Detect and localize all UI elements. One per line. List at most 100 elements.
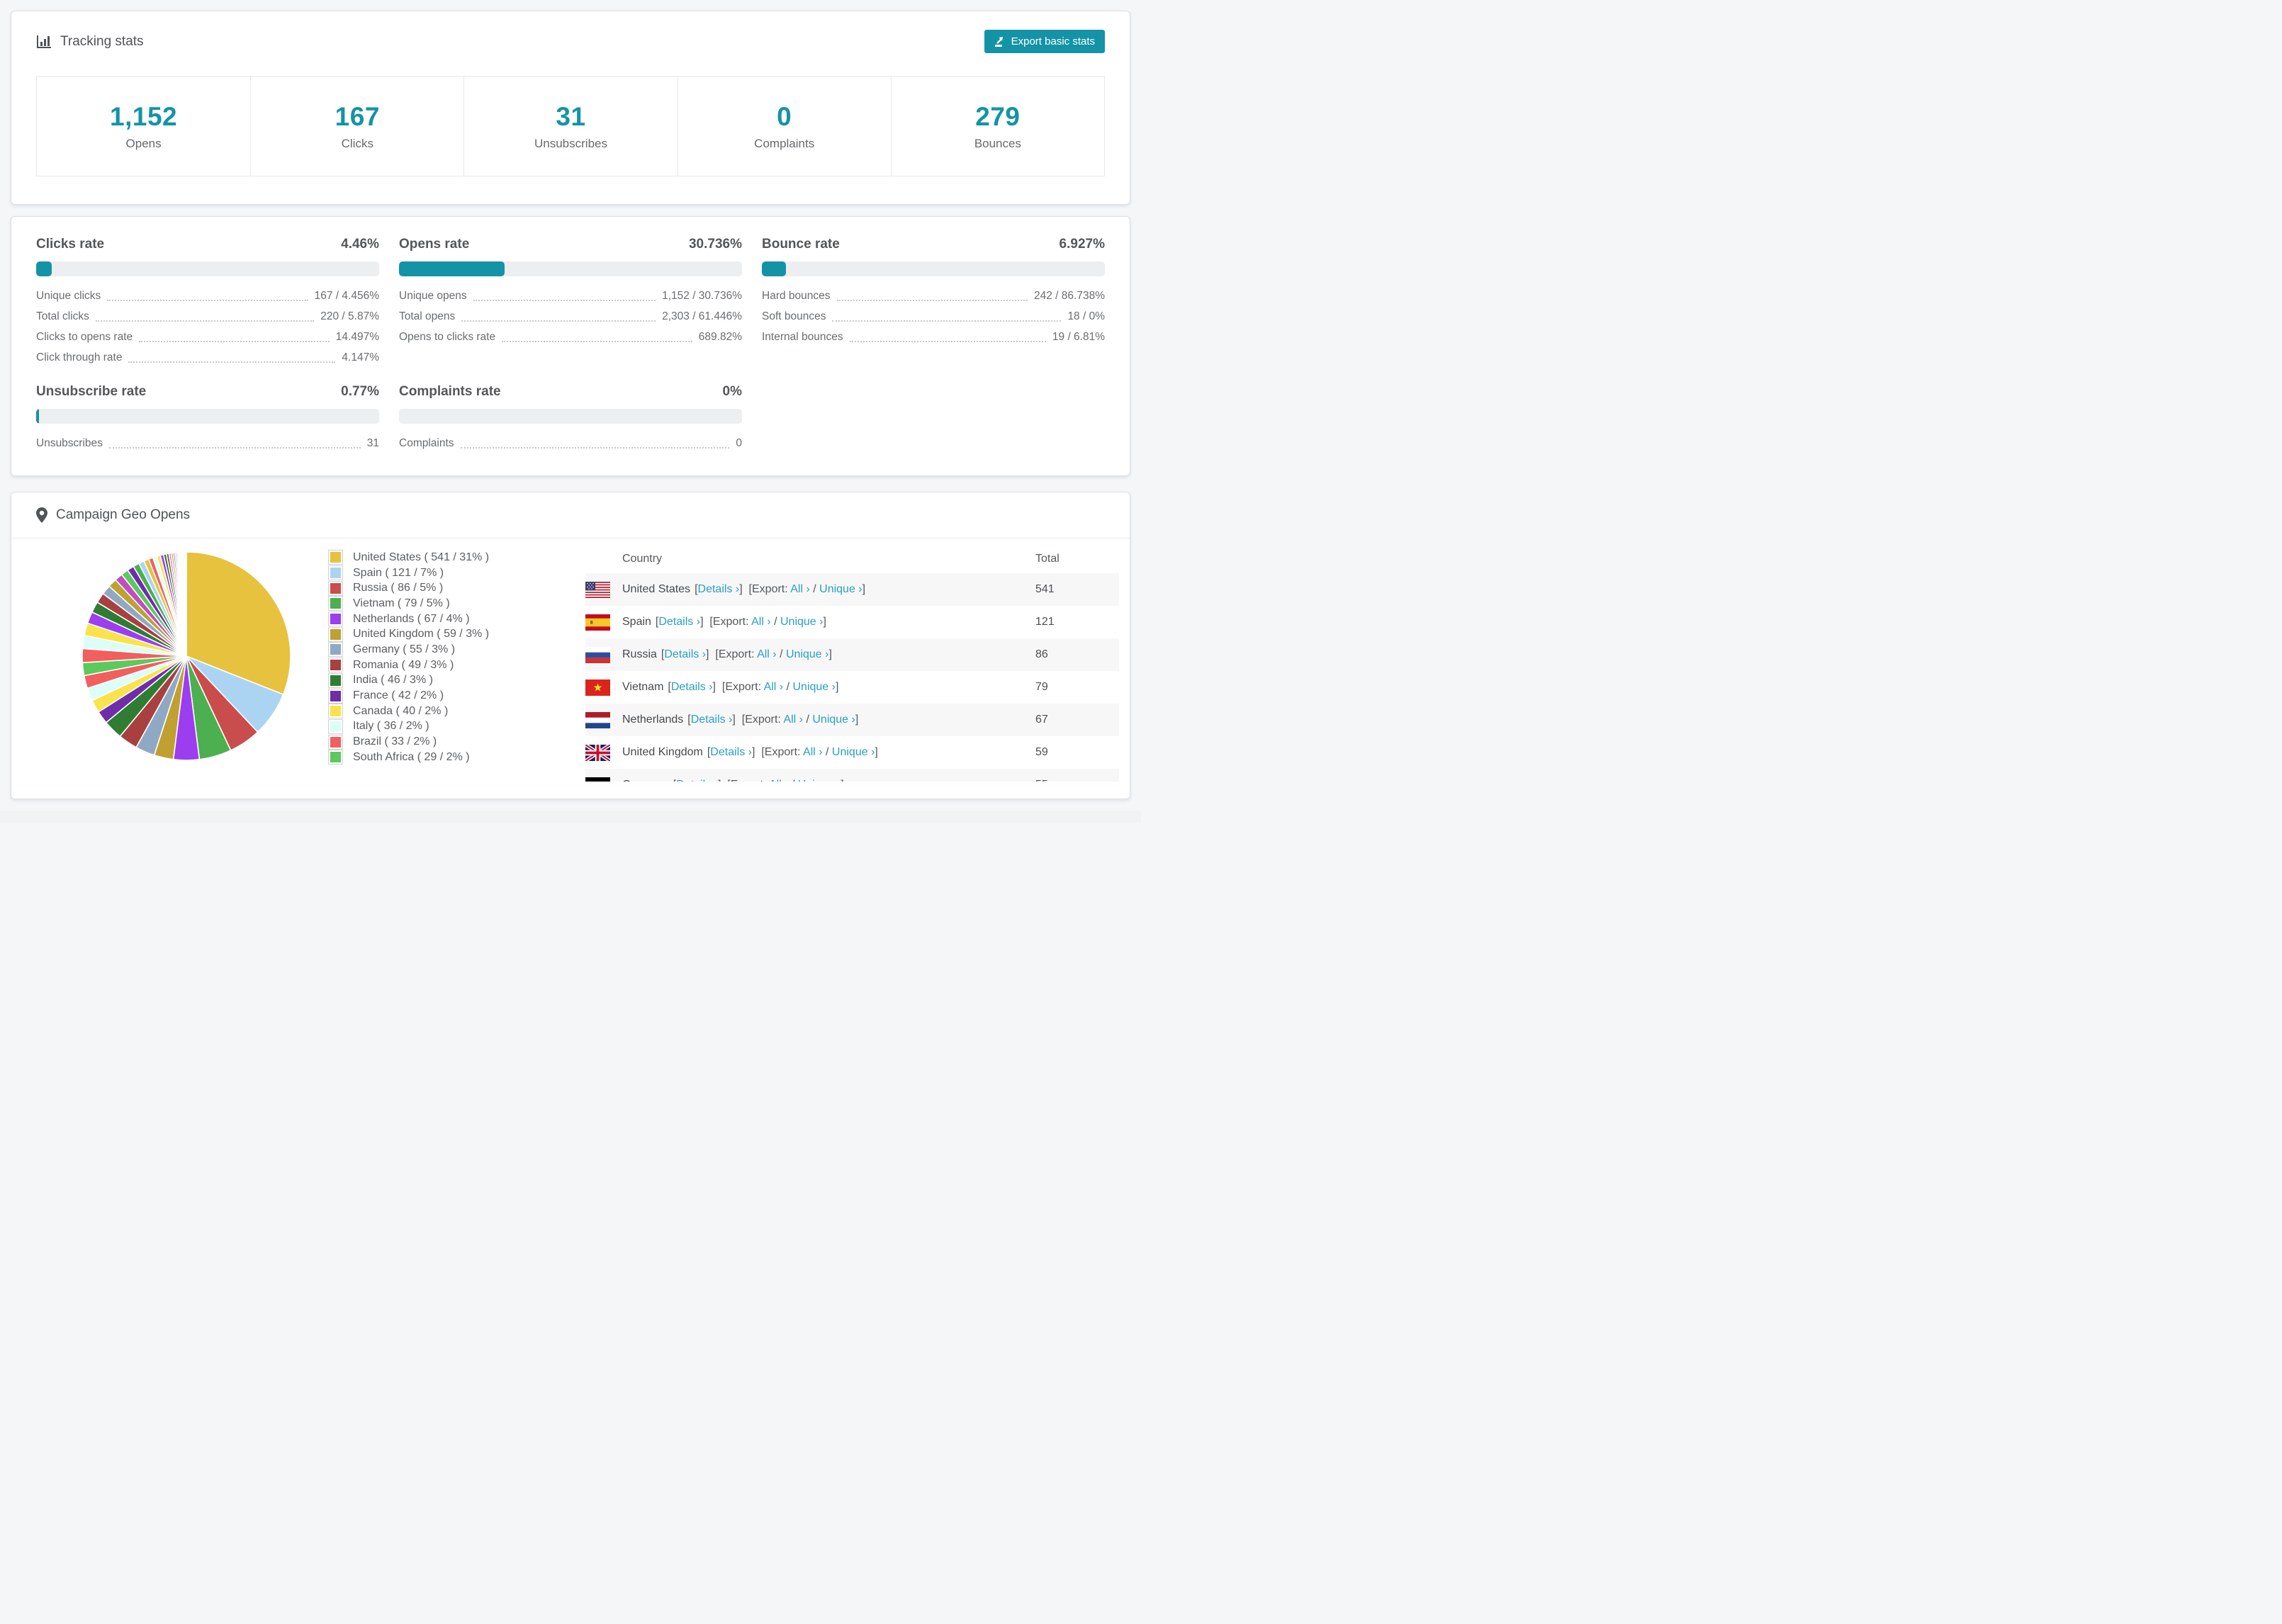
gb-flag-icon bbox=[584, 743, 612, 762]
export-unique-link[interactable]: Unique › bbox=[792, 681, 835, 693]
detail-row: Internal bounces 19 / 6.81% bbox=[762, 327, 1105, 347]
detail-row: Click through rate 4.147% bbox=[36, 347, 379, 368]
detail-value: 0 bbox=[736, 436, 742, 449]
total-cell: 86 bbox=[1035, 648, 1048, 660]
details-link[interactable]: Details › bbox=[710, 746, 752, 758]
geo-table-row-ru: Russia [Details ›] [Export: All › / Uniqu… bbox=[585, 638, 1119, 671]
detail-label: Hard bounces bbox=[762, 289, 831, 302]
detail-row: Unique clicks 167 / 4.456% bbox=[36, 286, 379, 306]
details-link[interactable]: Details › bbox=[671, 681, 713, 693]
details-link[interactable]: Details › bbox=[691, 714, 733, 726]
export-all-link[interactable]: All › bbox=[783, 714, 803, 726]
export-unique-link[interactable]: Unique › bbox=[819, 583, 862, 595]
progress-fill bbox=[36, 409, 39, 424]
country-cell: Vietnam [Details ›] [Export: All › / Uniq… bbox=[622, 681, 839, 693]
export-unique-link[interactable]: Unique › bbox=[832, 746, 875, 758]
legend-item-russia: Russia ( 86 / 5% ) bbox=[328, 580, 489, 596]
geo-header: Campaign Geo Opens bbox=[11, 492, 1130, 538]
stat-value: 31 bbox=[556, 101, 586, 131]
total-cell: 541 bbox=[1035, 583, 1055, 595]
progress-bar bbox=[762, 261, 1105, 276]
detail-value: 14.497% bbox=[335, 330, 379, 343]
detail-label: Opens to clicks rate bbox=[399, 330, 496, 343]
detail-value: 242 / 86.738% bbox=[1034, 289, 1105, 302]
export-all-link[interactable]: All › bbox=[751, 616, 771, 628]
legend-swatch bbox=[328, 642, 343, 658]
rates-card: Clicks rate 4.46% Unique clicks 167 / 4.… bbox=[11, 216, 1130, 476]
legend-label: France ( 42 / 2% ) bbox=[353, 689, 444, 702]
geo-title: Campaign Geo Opens bbox=[56, 507, 191, 522]
geo-body: United States ( 541 / 31% ) Spain ( 121 … bbox=[11, 538, 1130, 799]
detail-label: Clicks to opens rate bbox=[36, 330, 133, 343]
detail-row: Unsubscribes 31 bbox=[36, 433, 379, 453]
total-column-header: Total bbox=[1035, 553, 1060, 565]
detail-label: Total opens bbox=[399, 310, 456, 322]
detail-label: Click through rate bbox=[36, 351, 123, 363]
detail-value: 220 / 5.87% bbox=[320, 310, 379, 322]
details-link[interactable]: Details › bbox=[658, 616, 700, 628]
detail-row: Unique opens 1,152 / 30.736% bbox=[399, 286, 742, 306]
geo-table-row-vn: Vietnam [Details ›] [Export: All › / Uniq… bbox=[585, 671, 1119, 704]
detail-label: Total clicks bbox=[36, 310, 89, 322]
detail-value: 689.82% bbox=[698, 330, 742, 343]
geo-table-row-gb: United Kingdom [Details ›] [Export: All ›… bbox=[584, 736, 1119, 769]
legend-label: Romania ( 49 / 3% ) bbox=[353, 658, 454, 671]
dotted-leader bbox=[832, 320, 1062, 322]
details-link[interactable]: Details › bbox=[664, 648, 706, 660]
legend-swatch bbox=[328, 550, 343, 565]
detail-label: Soft bounces bbox=[762, 310, 826, 322]
rate-title: Opens rate bbox=[399, 237, 470, 252]
rate-head: Complaints rate 0% bbox=[399, 384, 742, 400]
legend-item-italy: Italy ( 36 / 2% ) bbox=[328, 718, 489, 735]
details-link[interactable]: Details › bbox=[676, 779, 718, 782]
rate-panel-bounce-rate: Bounce rate 6.927% Hard bounces 242 / 86… bbox=[762, 237, 1105, 368]
dotted-leader bbox=[849, 341, 1046, 342]
export-all-link[interactable]: All › bbox=[757, 648, 777, 660]
legend-label: Canada ( 40 / 2% ) bbox=[353, 704, 449, 717]
legend-label: Vietnam ( 79 / 5% ) bbox=[353, 597, 450, 609]
export-unique-link[interactable]: Unique › bbox=[786, 648, 828, 660]
export-all-link[interactable]: All › bbox=[769, 779, 789, 782]
rate-head: Clicks rate 4.46% bbox=[36, 237, 379, 252]
legend-swatch bbox=[328, 596, 343, 611]
dotted-leader bbox=[108, 447, 361, 449]
legend-label: Brazil ( 33 / 2% ) bbox=[353, 735, 437, 748]
legend-label: United Kingdom ( 59 / 3% ) bbox=[353, 628, 490, 641]
de-flag-icon bbox=[585, 777, 610, 782]
stat-label: Bounces bbox=[974, 136, 1021, 150]
export-unique-link[interactable]: Unique › bbox=[780, 616, 823, 628]
geo-pie-chart bbox=[80, 550, 293, 762]
export-all-link[interactable]: All › bbox=[790, 583, 810, 595]
legend-label: Italy ( 36 / 2% ) bbox=[353, 720, 429, 733]
country-cell: Germany[Details ›] [Export: All › / Uniq… bbox=[622, 779, 844, 782]
detail-value: 18 / 0% bbox=[1067, 310, 1105, 322]
dotted-leader bbox=[836, 300, 1028, 301]
country-cell: Netherlands [Details ›] [Export: All › / … bbox=[622, 714, 859, 726]
geo-table-header: Country Total bbox=[585, 548, 1119, 570]
export-all-link[interactable]: All › bbox=[803, 746, 823, 758]
legend-swatch bbox=[328, 688, 343, 704]
dotted-leader bbox=[95, 320, 315, 322]
export-all-link[interactable]: All › bbox=[764, 681, 784, 693]
page-background-strip bbox=[0, 811, 1141, 823]
dotted-leader bbox=[460, 447, 730, 449]
dotted-leader bbox=[107, 300, 308, 301]
stat-value: 167 bbox=[335, 101, 380, 131]
legend-swatch bbox=[328, 626, 343, 642]
export-unique-link[interactable]: Unique › bbox=[798, 779, 841, 782]
legend-swatch bbox=[328, 611, 343, 627]
tracking-stats-title: Tracking stats bbox=[36, 34, 144, 50]
export-unique-link[interactable]: Unique › bbox=[812, 714, 855, 726]
detail-value: 2,303 / 61.446% bbox=[662, 310, 742, 322]
rate-title: Bounce rate bbox=[762, 237, 840, 252]
progress-fill bbox=[36, 261, 52, 276]
country-cell: Russia [Details ›] [Export: All › / Uniqu… bbox=[622, 648, 832, 660]
legend-swatch bbox=[328, 565, 343, 581]
rate-value: 4.46% bbox=[341, 237, 379, 252]
export-basic-stats-button[interactable]: Export basic stats bbox=[984, 30, 1105, 53]
geo-table-row-es: Spain [Details ›] [Export: All › / Unique… bbox=[585, 606, 1119, 638]
details-link[interactable]: Details › bbox=[698, 583, 740, 595]
dotted-leader bbox=[139, 341, 330, 342]
rate-title: Complaints rate bbox=[399, 384, 501, 399]
legend-swatch bbox=[328, 718, 343, 734]
